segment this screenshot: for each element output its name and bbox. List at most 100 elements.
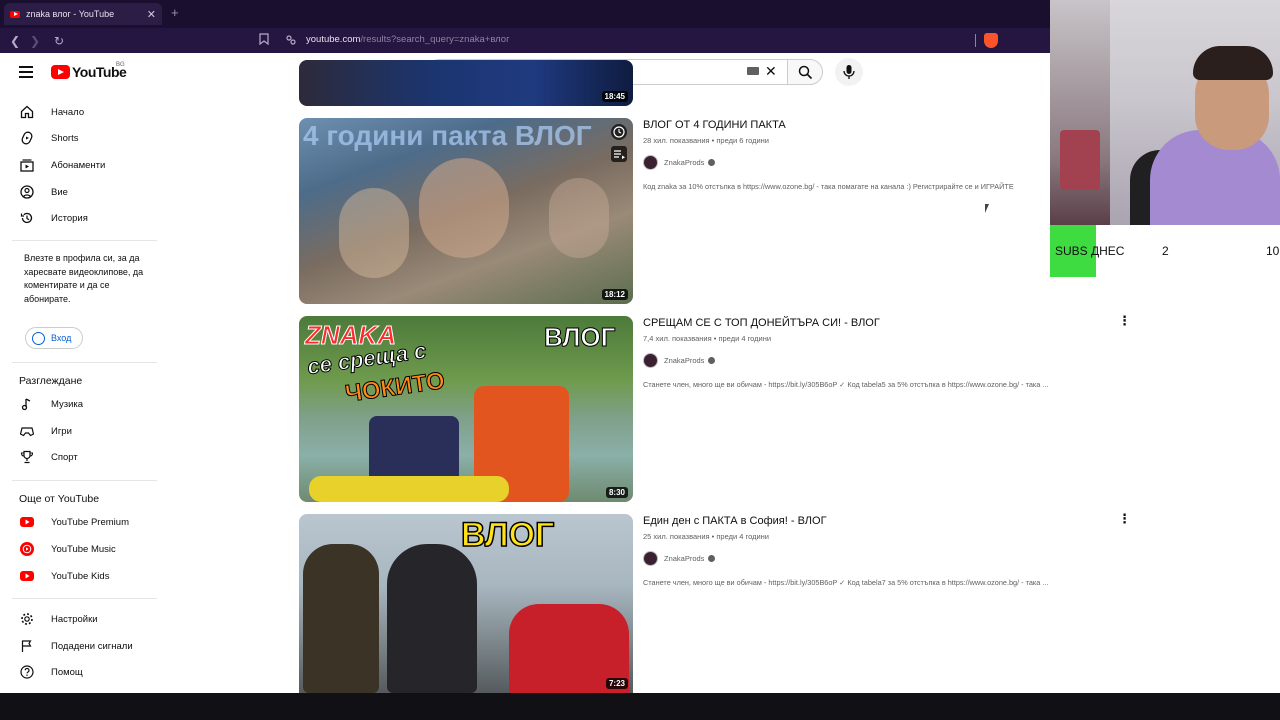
verified-icon: [708, 555, 716, 562]
reload-icon[interactable]: ↻: [49, 34, 69, 48]
thumbnail-text: ВЛОГ: [460, 515, 555, 555]
signin-note: Влезте в профила си, за да харесвате вид…: [24, 253, 144, 304]
sidebar-item-label: Помощ: [51, 666, 83, 678]
video-title[interactable]: СРЕЩАМ СЕ С ТОП ДОНЕЙТЪРА СИ! - ВЛОГ: [643, 317, 880, 329]
sidebar-item-shorts[interactable]: Shorts: [19, 129, 78, 147]
video-thumbnail[interactable]: ZNAKA се среща с ЧОКИТО ВЛОГ 8:30: [299, 316, 633, 502]
webcam-overlay: [1050, 0, 1280, 225]
add-to-queue-icon[interactable]: [611, 146, 627, 162]
help-icon: [19, 664, 35, 680]
thumbnail-face: [549, 178, 609, 258]
sidebar-item-history[interactable]: История: [19, 209, 88, 227]
sidebar-item-reports[interactable]: Подадени сигнали: [19, 637, 133, 655]
video-title[interactable]: ВЛОГ ОТ 4 ГОДИНИ ПАКТА: [643, 119, 786, 131]
youtube-favicon-icon: [10, 10, 20, 18]
tab-close-icon[interactable]: ✕: [147, 8, 156, 21]
search-button[interactable]: [787, 59, 823, 85]
sidebar-item-label: Спорт: [51, 451, 78, 463]
sidebar-item-label: YouTube Kids: [51, 570, 110, 582]
flag-icon: [19, 638, 35, 654]
youtube-play-icon: [51, 65, 70, 79]
channel-avatar[interactable]: [643, 155, 658, 170]
sidebar-item-home[interactable]: Начало: [19, 103, 84, 121]
channel-row[interactable]: ZnakaProds: [643, 551, 716, 566]
video-thumbnail[interactable]: ВЛОГ 7:23: [299, 514, 633, 693]
subs-label: SUBS ДНЕС: [1055, 244, 1125, 258]
video-description: Код znaka за 10% отстъпка в https://www.…: [643, 182, 1014, 191]
channel-name[interactable]: ZnakaProds: [664, 158, 704, 167]
account-icon: [32, 331, 45, 345]
video-thumbnail[interactable]: 18:45: [299, 60, 633, 106]
video-description: Станете член, много ще ви обичам - https…: [643, 380, 1049, 389]
games-icon: [19, 423, 35, 439]
thumbnail-face: [419, 158, 509, 258]
site-info-icon[interactable]: [285, 33, 297, 51]
sidebar-item-youtube-kids[interactable]: YouTube Kids: [19, 567, 109, 585]
sidebar-item-settings[interactable]: Настройки: [19, 610, 98, 628]
brave-shield-icon[interactable]: [984, 33, 998, 48]
browser-tab-bar: znaka влог - YouTube ✕ +: [0, 0, 1050, 28]
sidebar-item-games[interactable]: Игри: [19, 422, 72, 440]
back-icon[interactable]: ❮: [5, 34, 25, 48]
video-thumbnail[interactable]: 4 години пакта ВЛОГ 18:12: [299, 118, 633, 304]
sidebar-item-label: Настройки: [51, 613, 98, 625]
hamburger-menu-icon[interactable]: [19, 66, 33, 81]
signin-button[interactable]: Вход: [25, 327, 83, 349]
sidebar-item-sports[interactable]: Спорт: [19, 448, 78, 466]
explore-heading: Разглеждане: [19, 375, 83, 387]
thumbnail-face: [339, 188, 409, 278]
sidebar-item-youtube-music[interactable]: YouTube Music: [19, 540, 116, 558]
more-from-youtube-heading: Още от YouTube: [19, 493, 100, 505]
thumbnail-person: [303, 544, 379, 693]
region-code: BG: [116, 62, 125, 68]
microphone-icon: [843, 65, 855, 79]
video-title[interactable]: Един ден с ПАКТА в София! - ВЛОГ: [643, 515, 827, 527]
bookmark-icon[interactable]: [259, 33, 269, 48]
sidebar-item-label: Подадени сигнали: [51, 640, 133, 652]
forward-icon[interactable]: ❯: [25, 34, 45, 48]
gear-icon: [19, 611, 35, 627]
youtube-kids-icon: [19, 568, 35, 584]
thumbnail-kayak: [309, 476, 509, 502]
channel-row[interactable]: ZnakaProds: [643, 353, 716, 368]
sidebar-item-help[interactable]: Помощ: [19, 663, 83, 681]
mouse-cursor-icon: [985, 204, 989, 213]
youtube-premium-icon: [19, 514, 35, 530]
channel-name[interactable]: ZnakaProds: [664, 554, 704, 563]
clear-search-icon[interactable]: ✕: [765, 63, 777, 80]
sidebar-item-label: Игри: [51, 425, 72, 437]
video-meta: 28 хил. показвания • преди 6 години: [643, 136, 769, 145]
subscriptions-icon: [19, 157, 35, 173]
channel-avatar[interactable]: [643, 353, 658, 368]
new-tab-button[interactable]: +: [171, 5, 179, 20]
verified-icon: [708, 159, 716, 166]
sidebar-item-music[interactable]: Музика: [19, 395, 83, 413]
sidebar-divider: [12, 598, 157, 599]
taskbar: [0, 693, 1280, 720]
sidebar-divider: [12, 362, 157, 363]
sidebar-item-label: Абонаменти: [51, 159, 106, 171]
sidebar-item-subscriptions[interactable]: Абонаменти: [19, 156, 105, 174]
channel-row[interactable]: ZnakaProds: [643, 155, 716, 170]
sidebar-item-label: Вие: [51, 186, 68, 198]
sidebar-item-you[interactable]: Вие: [19, 183, 68, 201]
channel-name[interactable]: ZnakaProds: [664, 356, 704, 365]
more-actions-icon[interactable]: ⋮: [1118, 511, 1131, 527]
sidebar-item-label: YouTube Premium: [51, 516, 129, 528]
voice-search-button[interactable]: [835, 58, 863, 86]
sidebar-item-label: Начало: [51, 106, 85, 118]
browser-toolbar: ❮ ❯ ↻ youtube.com/results?search_query=z…: [0, 28, 1050, 53]
screen: znaka влог - YouTube ✕ + ❮ ❯ ↻ youtube.c…: [0, 0, 1280, 720]
watch-later-icon[interactable]: [611, 124, 627, 140]
keyboard-icon[interactable]: [747, 67, 759, 75]
video-duration: 18:45: [601, 91, 628, 102]
webcam-background: [1050, 0, 1110, 225]
address-bar[interactable]: youtube.com/results?search_query=znaka+в…: [306, 34, 510, 45]
more-actions-icon[interactable]: ⋮: [1118, 313, 1131, 329]
browser-tab[interactable]: znaka влог - YouTube ✕: [4, 3, 162, 25]
sidebar-item-label: Shorts: [51, 132, 79, 144]
trophy-icon: [19, 449, 35, 465]
search-icon: [798, 65, 813, 80]
sidebar-item-youtube-premium[interactable]: YouTube Premium: [19, 513, 129, 531]
channel-avatar[interactable]: [643, 551, 658, 566]
